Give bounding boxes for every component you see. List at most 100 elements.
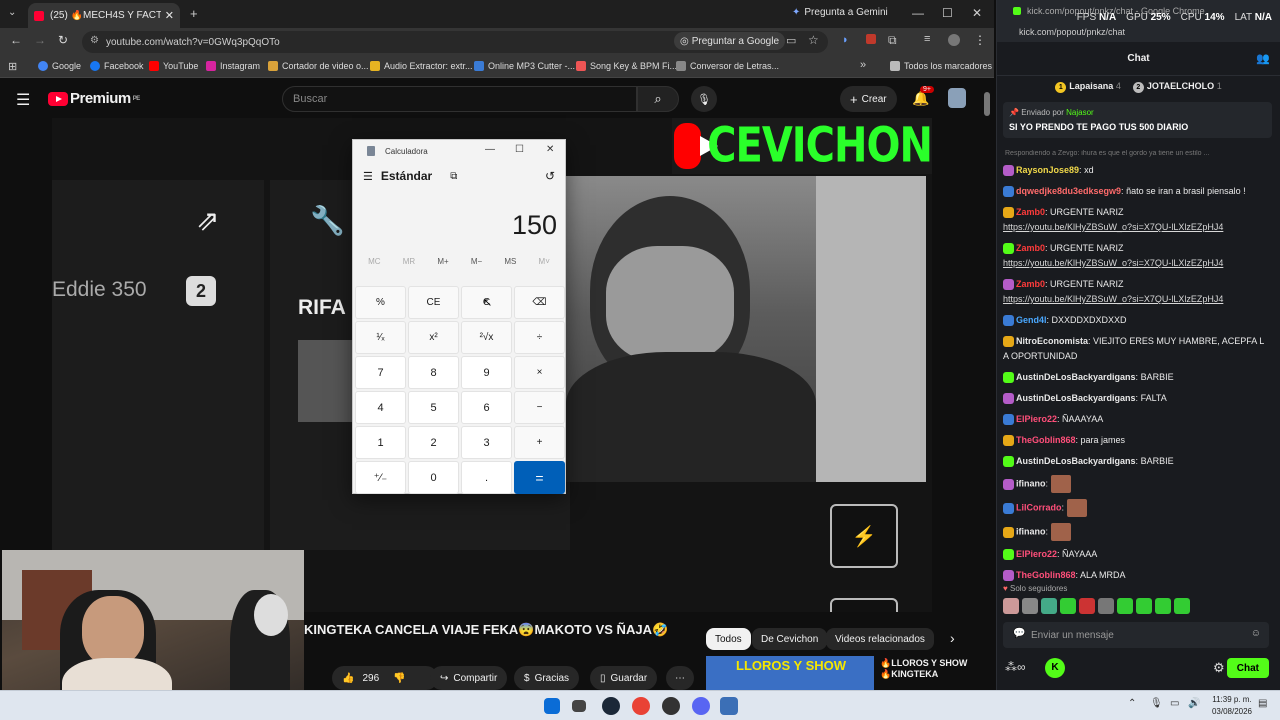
chat-username[interactable]: TheGoblin868: [1016, 435, 1076, 445]
key-4[interactable]: 4: [355, 391, 406, 424]
youtube-logo[interactable]: Premium PE: [48, 90, 140, 107]
notification-center-icon[interactable]: ▤: [1258, 698, 1267, 709]
ask-google-button[interactable]: ◎ Preguntar a Google: [674, 32, 786, 50]
kick-url-bar[interactable]: kick.com/popout/pnkz/chat: [997, 22, 1280, 42]
bookmark-instagram[interactable]: Instagram: [206, 61, 260, 71]
bookmark-conversor[interactable]: Conversor de Letras...: [676, 61, 779, 71]
emote-3-icon[interactable]: [1041, 598, 1057, 614]
key-equals[interactable]: =: [514, 461, 565, 494]
calc-close-icon[interactable]: ✕: [546, 144, 554, 155]
volume-icon[interactable]: 🔊: [1188, 698, 1200, 709]
mem-mr-button[interactable]: MR: [403, 257, 415, 266]
bookmark-youtube[interactable]: YouTube: [149, 61, 198, 71]
thanks-button[interactable]: $ Gracias: [514, 666, 580, 690]
emote-6-icon[interactable]: [1098, 598, 1114, 614]
chat-username[interactable]: AustinDeLosBackyardigans: [1016, 393, 1136, 403]
tab-youtube[interactable]: (25) 🔥MECH4S Y FACTOS🔥 SI ✕: [28, 3, 180, 28]
recommended-thumbnail[interactable]: LLOROS Y SHOW: [706, 656, 874, 690]
extension-icon-2[interactable]: [866, 34, 876, 44]
chrome-menu-icon[interactable]: ⋮: [974, 33, 986, 47]
hamburger-menu-icon[interactable]: ☰: [16, 90, 30, 110]
settings-gear-icon[interactable]: ⚙: [1213, 660, 1225, 676]
calculator-taskbar-icon[interactable]: [720, 697, 738, 715]
apps-grid-icon[interactable]: ⊞: [8, 60, 17, 73]
chips-next-icon[interactable]: ›: [950, 630, 955, 646]
history-icon[interactable]: ↺: [545, 169, 555, 183]
emote-4-icon[interactable]: [1060, 598, 1076, 614]
start-windows-icon[interactable]: [544, 698, 560, 714]
keep-on-top-icon[interactable]: ⧉: [450, 171, 457, 182]
gemini-button[interactable]: ✦ Pregunta a Gemini: [792, 7, 888, 18]
back-icon[interactable]: ←: [10, 33, 22, 47]
share-button[interactable]: ↪ Compartir: [430, 666, 508, 690]
create-button[interactable]: + Crear: [840, 86, 897, 112]
network-icon[interactable]: ▭: [1170, 698, 1179, 709]
chat-users-icon[interactable]: 👥: [1256, 52, 1270, 65]
calc-nav-menu-icon[interactable]: ☰: [363, 170, 373, 183]
key-7[interactable]: 7: [355, 356, 406, 389]
chat-username[interactable]: Zamb0: [1016, 207, 1045, 217]
key-percent[interactable]: %: [355, 286, 406, 319]
page-scrollbar[interactable]: [984, 90, 992, 690]
recommended-title[interactable]: 🔥LLOROS Y SHOW 🔥KINGTEKA: [880, 658, 967, 680]
chat-username[interactable]: Gend4l: [1016, 315, 1047, 325]
chat-username[interactable]: ElPiero22: [1016, 414, 1057, 424]
bookmark-google[interactable]: Google: [38, 61, 81, 71]
chat-input[interactable]: 💬 Enviar un mensaje ☺: [1003, 622, 1269, 648]
key-1[interactable]: 1: [355, 426, 406, 459]
bookmark-song-key[interactable]: Song Key & BPM Fi...: [576, 61, 677, 71]
thumbs-down-icon[interactable]: 👎: [393, 673, 405, 684]
more-actions-button[interactable]: ⋯: [666, 666, 694, 690]
key-minus[interactable]: −: [514, 391, 565, 424]
tab-close-icon[interactable]: ✕: [165, 9, 174, 22]
like-button[interactable]: 👍 296 👎: [332, 666, 438, 690]
mem-mminus-button[interactable]: M−: [471, 257, 482, 266]
extension-icon-1[interactable]: ◗: [842, 34, 849, 46]
key-5[interactable]: 5: [408, 391, 459, 424]
profile-avatar[interactable]: [948, 34, 960, 46]
extensions-puzzle-icon[interactable]: ⧉: [888, 33, 897, 48]
chat-username[interactable]: LilCorrado: [1016, 502, 1062, 512]
bookmark-audio-extractor[interactable]: Audio Extractor: extr...: [370, 61, 473, 71]
chat-link[interactable]: https://youtu.be/KlHyZBSuW_o?si=X7QU-lLX…: [1003, 294, 1223, 304]
site-info-icon[interactable]: ⚙: [90, 35, 99, 46]
new-tab-icon[interactable]: +: [190, 6, 198, 21]
key-3[interactable]: 3: [461, 426, 512, 459]
key-6[interactable]: 6: [461, 391, 512, 424]
reload-icon[interactable]: ↻: [58, 33, 68, 47]
chat-username[interactable]: Zamb0: [1016, 279, 1045, 289]
kick-k-icon[interactable]: K: [1045, 658, 1065, 678]
save-button[interactable]: ▯ Guardar: [590, 666, 658, 690]
chat-username[interactable]: TheGoblin868: [1016, 570, 1076, 580]
maximize-icon[interactable]: ☐: [942, 6, 953, 20]
calc-titlebar[interactable]: Calculadora — ☐ ✕: [353, 140, 565, 162]
chat-username[interactable]: ifinano: [1016, 478, 1046, 488]
search-button[interactable]: ⌕: [637, 86, 679, 112]
media-icon[interactable]: ≡: [924, 33, 930, 45]
tray-up-icon[interactable]: ⌃: [1128, 698, 1136, 709]
key-decimal[interactable]: .: [461, 461, 512, 494]
obs-icon[interactable]: [662, 697, 680, 715]
chat-link[interactable]: https://youtu.be/KlHyZBSuW_o?si=X7QU-lLX…: [1003, 258, 1223, 268]
chat-send-button[interactable]: Chat: [1226, 658, 1269, 678]
key-sqrt[interactable]: ²√x: [461, 321, 512, 354]
key-9[interactable]: 9: [461, 356, 512, 389]
steam-icon[interactable]: [602, 697, 620, 715]
chat-username[interactable]: ifinano: [1016, 526, 1046, 536]
bookmark-video-cutter[interactable]: Cortador de video o...: [268, 61, 369, 71]
key-square[interactable]: x²: [408, 321, 459, 354]
chat-link[interactable]: https://youtu.be/KlHyZBSuW_o?si=X7QU-lLX…: [1003, 222, 1223, 232]
account-avatar[interactable]: [948, 88, 966, 108]
chat-username[interactable]: ElPiero22: [1016, 549, 1057, 559]
chat-username[interactable]: RaysonJose89: [1016, 165, 1079, 175]
task-view-icon[interactable]: [572, 700, 586, 712]
calc-minimize-icon[interactable]: —: [485, 144, 495, 155]
chip-de-cevichon[interactable]: De Cevichon: [752, 628, 828, 650]
chip-todos[interactable]: Todos: [706, 628, 751, 650]
key-plus[interactable]: +: [514, 426, 565, 459]
notifications-button[interactable]: 🔔 9+: [912, 86, 934, 107]
chat-username[interactable]: AustinDeLosBackyardigans: [1016, 372, 1136, 382]
chip-videos-relacionados[interactable]: Videos relacionados: [826, 628, 934, 650]
emote-9-icon[interactable]: [1155, 598, 1171, 614]
key-0[interactable]: 0: [408, 461, 459, 494]
